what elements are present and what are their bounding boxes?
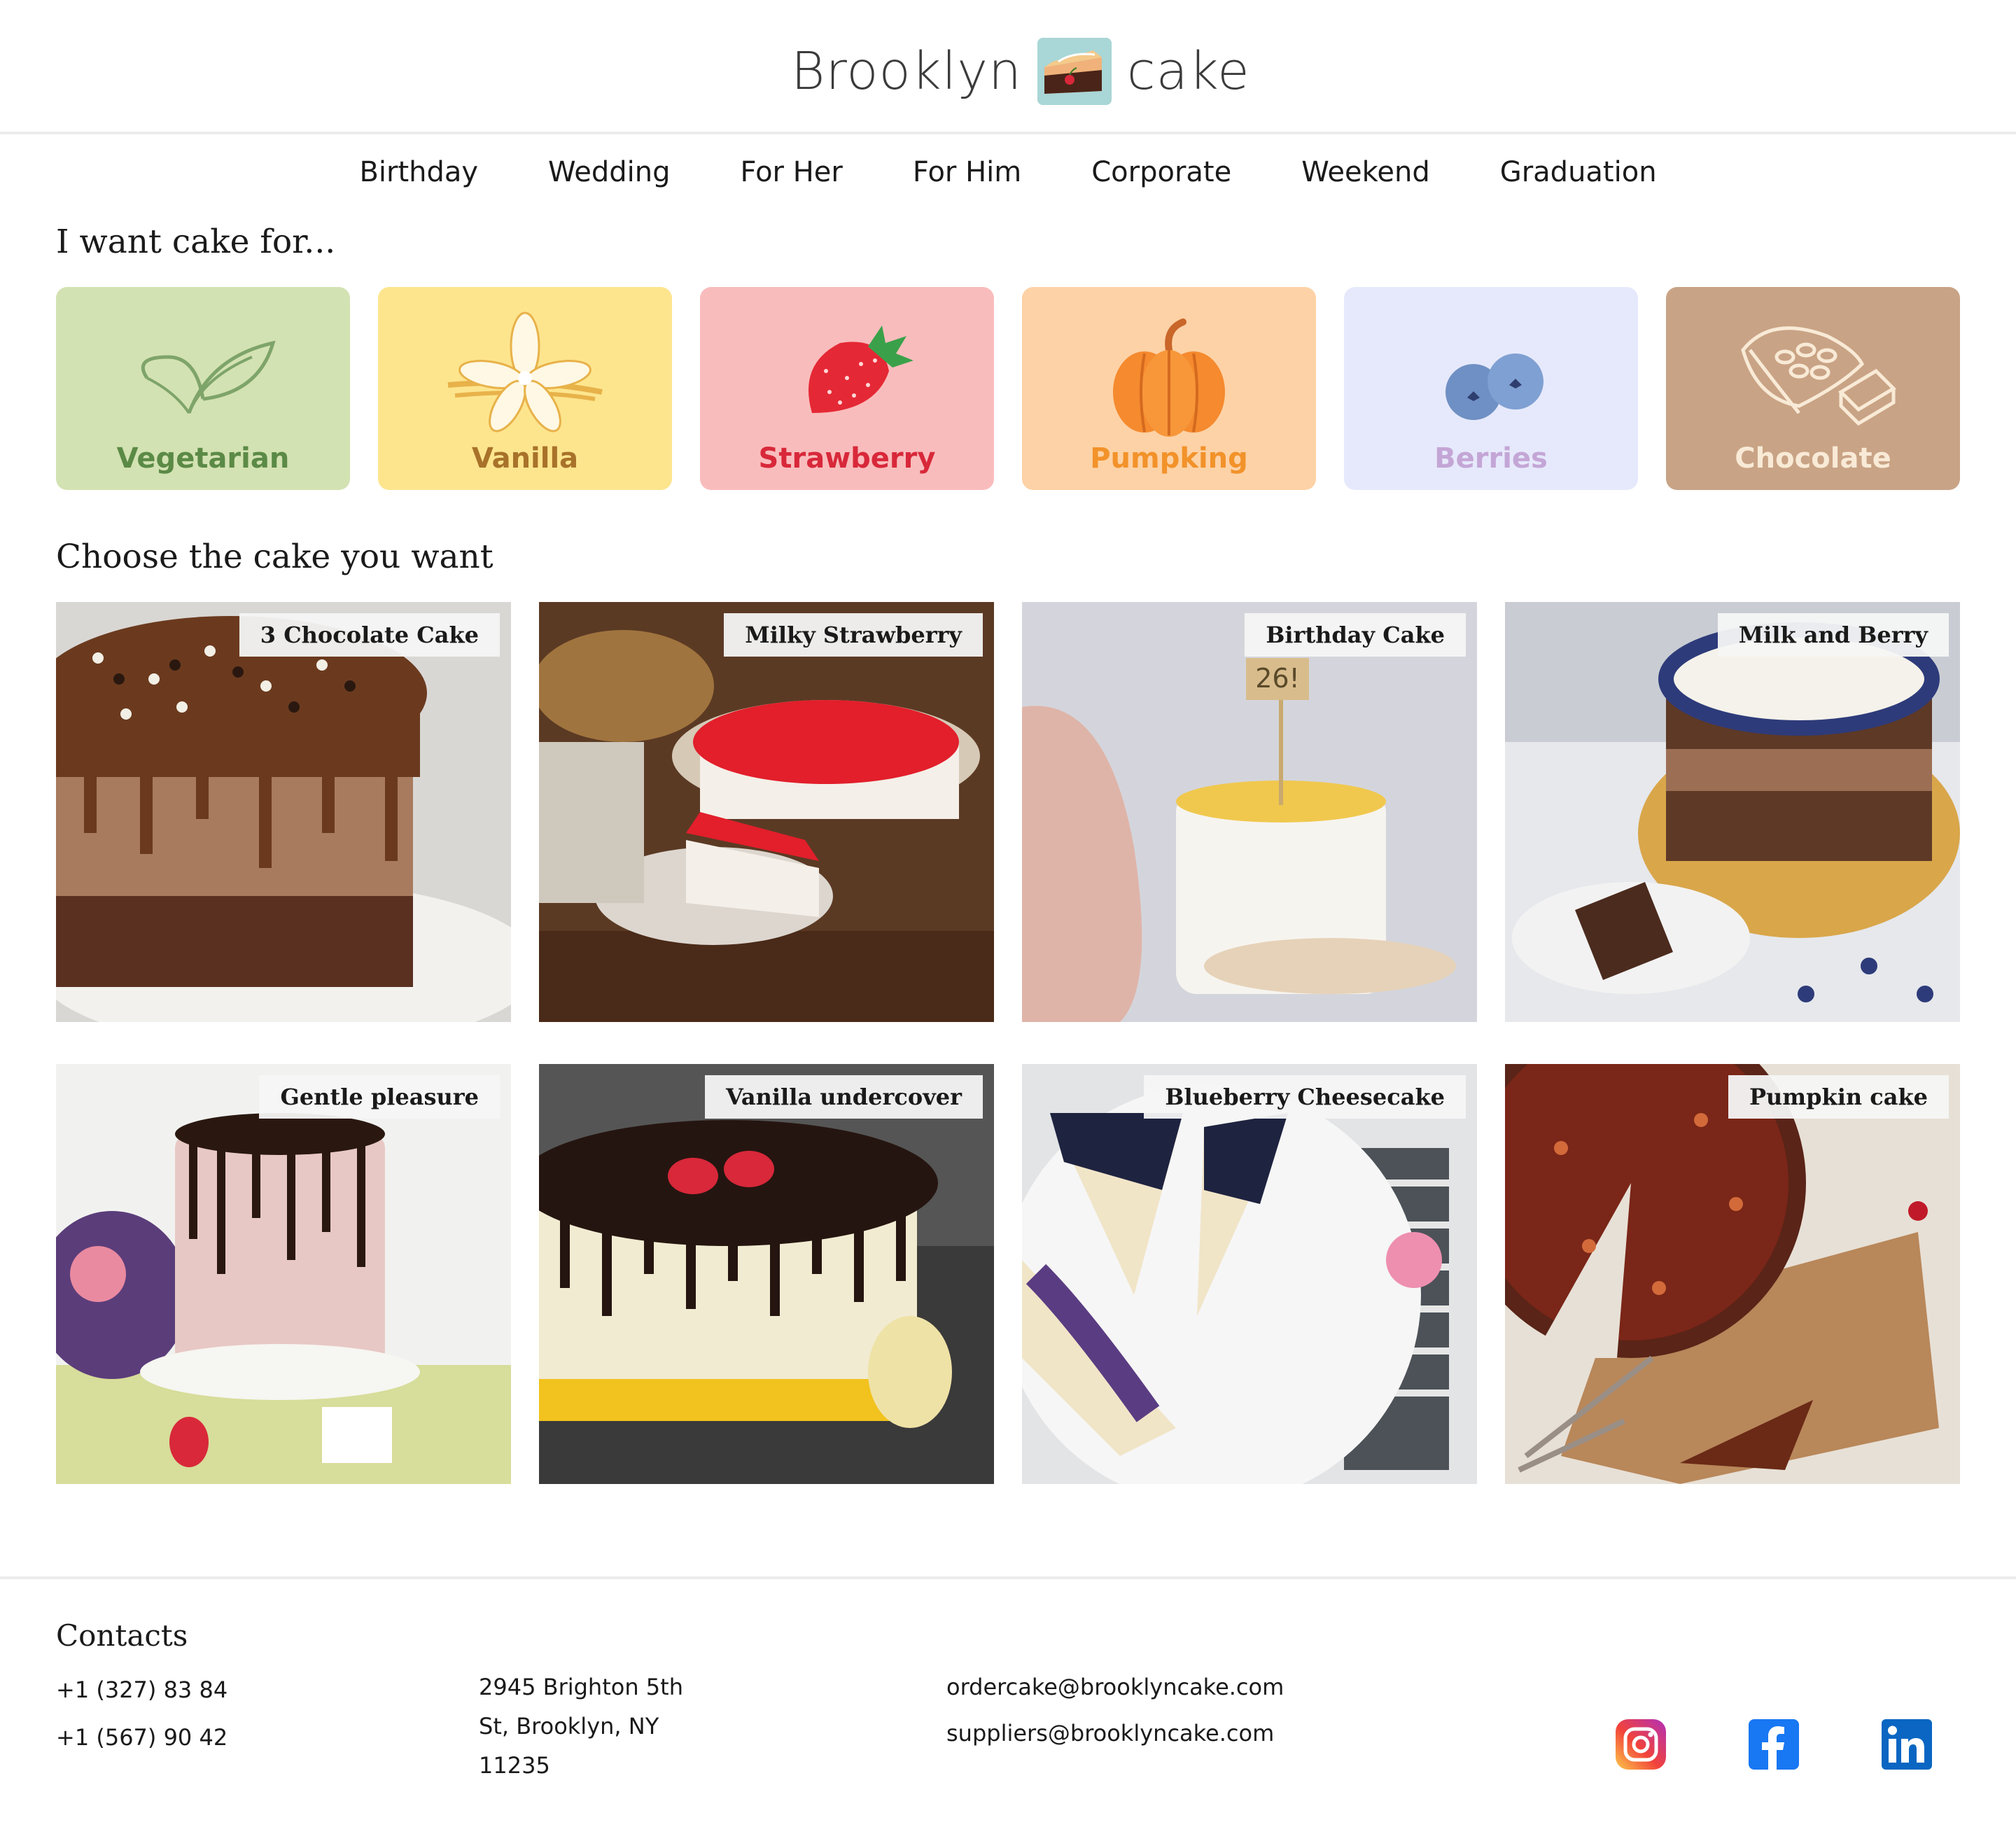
cake-name: Blueberry Cheesecake — [1144, 1075, 1466, 1119]
cake-card[interactable]: Milky Strawberry — [539, 602, 994, 1022]
cake-photo — [1505, 602, 1960, 1022]
cake-name: Gentle pleasure — [259, 1075, 500, 1119]
address-line: St, Brooklyn, NY — [479, 1713, 659, 1740]
category-label: Vanilla — [471, 442, 579, 475]
address-line: 11235 — [479, 1752, 550, 1779]
category-label: Chocolate — [1735, 442, 1891, 475]
cake-name: Milk and Berry — [1717, 613, 1949, 657]
cake-photo — [56, 602, 511, 1022]
vanilla-flower-icon — [447, 312, 603, 433]
category-chocolate[interactable]: Chocolate — [1666, 287, 1960, 490]
phone-number[interactable]: +1 (327) 83 84 — [56, 1670, 227, 1709]
category-vanilla[interactable]: Vanilla — [378, 287, 672, 490]
email-link[interactable]: ordercake@brooklyncake.com — [946, 1667, 1284, 1707]
cake-card[interactable]: Pumpkin cake — [1505, 1064, 1960, 1484]
cake-card[interactable]: 26! Birthday Cake — [1022, 602, 1477, 1022]
cake-photo — [1505, 1064, 1960, 1484]
nav-birthday[interactable]: Birthday — [324, 148, 513, 196]
category-vegetarian[interactable]: Vegetarian — [56, 287, 350, 490]
phone-number[interactable]: +1 (567) 90 42 — [56, 1718, 227, 1757]
email-list: ordercake@brooklyncake.com suppliers@bro… — [946, 1667, 1284, 1753]
cake-photo — [56, 1064, 511, 1484]
linkedin-icon[interactable] — [1882, 1719, 1932, 1770]
cake-card[interactable]: Gentle pleasure — [56, 1064, 511, 1484]
category-label: Pumpking — [1090, 442, 1248, 475]
site-header: Brooklyn cake — [0, 0, 2016, 134]
contacts-title: Contacts — [56, 1618, 188, 1653]
category-label: Strawberry — [758, 442, 936, 475]
nav-for-him[interactable]: For Him — [878, 148, 1056, 196]
brand-logo[interactable]: Brooklyn cake — [791, 36, 1250, 106]
logo-word-right: cake — [1126, 41, 1250, 102]
nav-wedding[interactable]: Wedding — [513, 148, 705, 196]
nav-graduation[interactable]: Graduation — [1465, 148, 1692, 196]
cocoa-icon — [1741, 326, 1897, 426]
cake-card[interactable]: Blueberry Cheesecake — [1022, 1064, 1477, 1484]
category-label: Berries — [1434, 442, 1548, 475]
category-strawberry[interactable]: Strawberry — [700, 287, 994, 490]
cake-photo: 26! — [1022, 602, 1477, 1022]
category-nav: Birthday Wedding For Her For Him Corpora… — [0, 148, 2016, 196]
nav-for-her[interactable]: For Her — [706, 148, 878, 196]
categories-heading: I want cake for... — [56, 223, 336, 261]
cake-slice-icon — [1037, 38, 1112, 105]
cake-name: Milky Strawberry — [724, 613, 983, 657]
cake-card[interactable]: Vanilla undercover — [539, 1064, 994, 1484]
cake-card[interactable]: 3 Chocolate Cake — [56, 602, 511, 1022]
nav-weekend[interactable]: Weekend — [1266, 148, 1465, 196]
strawberry-icon — [808, 326, 913, 413]
cakes-heading: Choose the cake you want — [56, 538, 493, 576]
category-pumpking[interactable]: Pumpking — [1022, 287, 1316, 490]
instagram-icon[interactable] — [1616, 1719, 1666, 1770]
cake-name: 3 Chocolate Cake — [239, 613, 500, 657]
address-line: 2945 Brighton 5th — [479, 1674, 683, 1700]
category-berries[interactable]: Berries — [1344, 287, 1638, 490]
cake-name: Birthday Cake — [1245, 613, 1466, 657]
facebook-icon[interactable] — [1749, 1719, 1799, 1770]
cake-photo — [1022, 1064, 1477, 1484]
cake-photo — [539, 602, 994, 1022]
cake-card[interactable]: Milk and Berry — [1505, 602, 1960, 1022]
blueberries-icon — [1446, 354, 1544, 420]
nav-corporate[interactable]: Corporate — [1056, 148, 1266, 196]
address-block: 2945 Brighton 5th St, Brooklyn, NY 11235 — [479, 1667, 683, 1785]
email-link[interactable]: suppliers@brooklyncake.com — [946, 1714, 1284, 1753]
category-label: Vegetarian — [116, 442, 290, 475]
cake-photo — [539, 1064, 994, 1484]
leaf-icon — [141, 340, 276, 414]
svg-text:26!: 26! — [1255, 663, 1300, 694]
flavor-categories: Vegetarian Vanilla Strawberry Pumpking B… — [56, 287, 1960, 490]
cake-grid: 3 Chocolate Cake Milky Strawberry 26! Bi… — [56, 602, 1960, 1484]
phone-list: +1 (327) 83 84 +1 (567) 90 42 — [56, 1670, 227, 1757]
logo-word-left: Brooklyn — [791, 41, 1022, 102]
site-footer: Contacts +1 (327) 83 84 +1 (567) 90 42 2… — [0, 1576, 2016, 1841]
cake-name: Pumpkin cake — [1728, 1075, 1949, 1119]
cake-name: Vanilla undercover — [705, 1075, 983, 1119]
pumpkin-icon — [1113, 318, 1225, 437]
